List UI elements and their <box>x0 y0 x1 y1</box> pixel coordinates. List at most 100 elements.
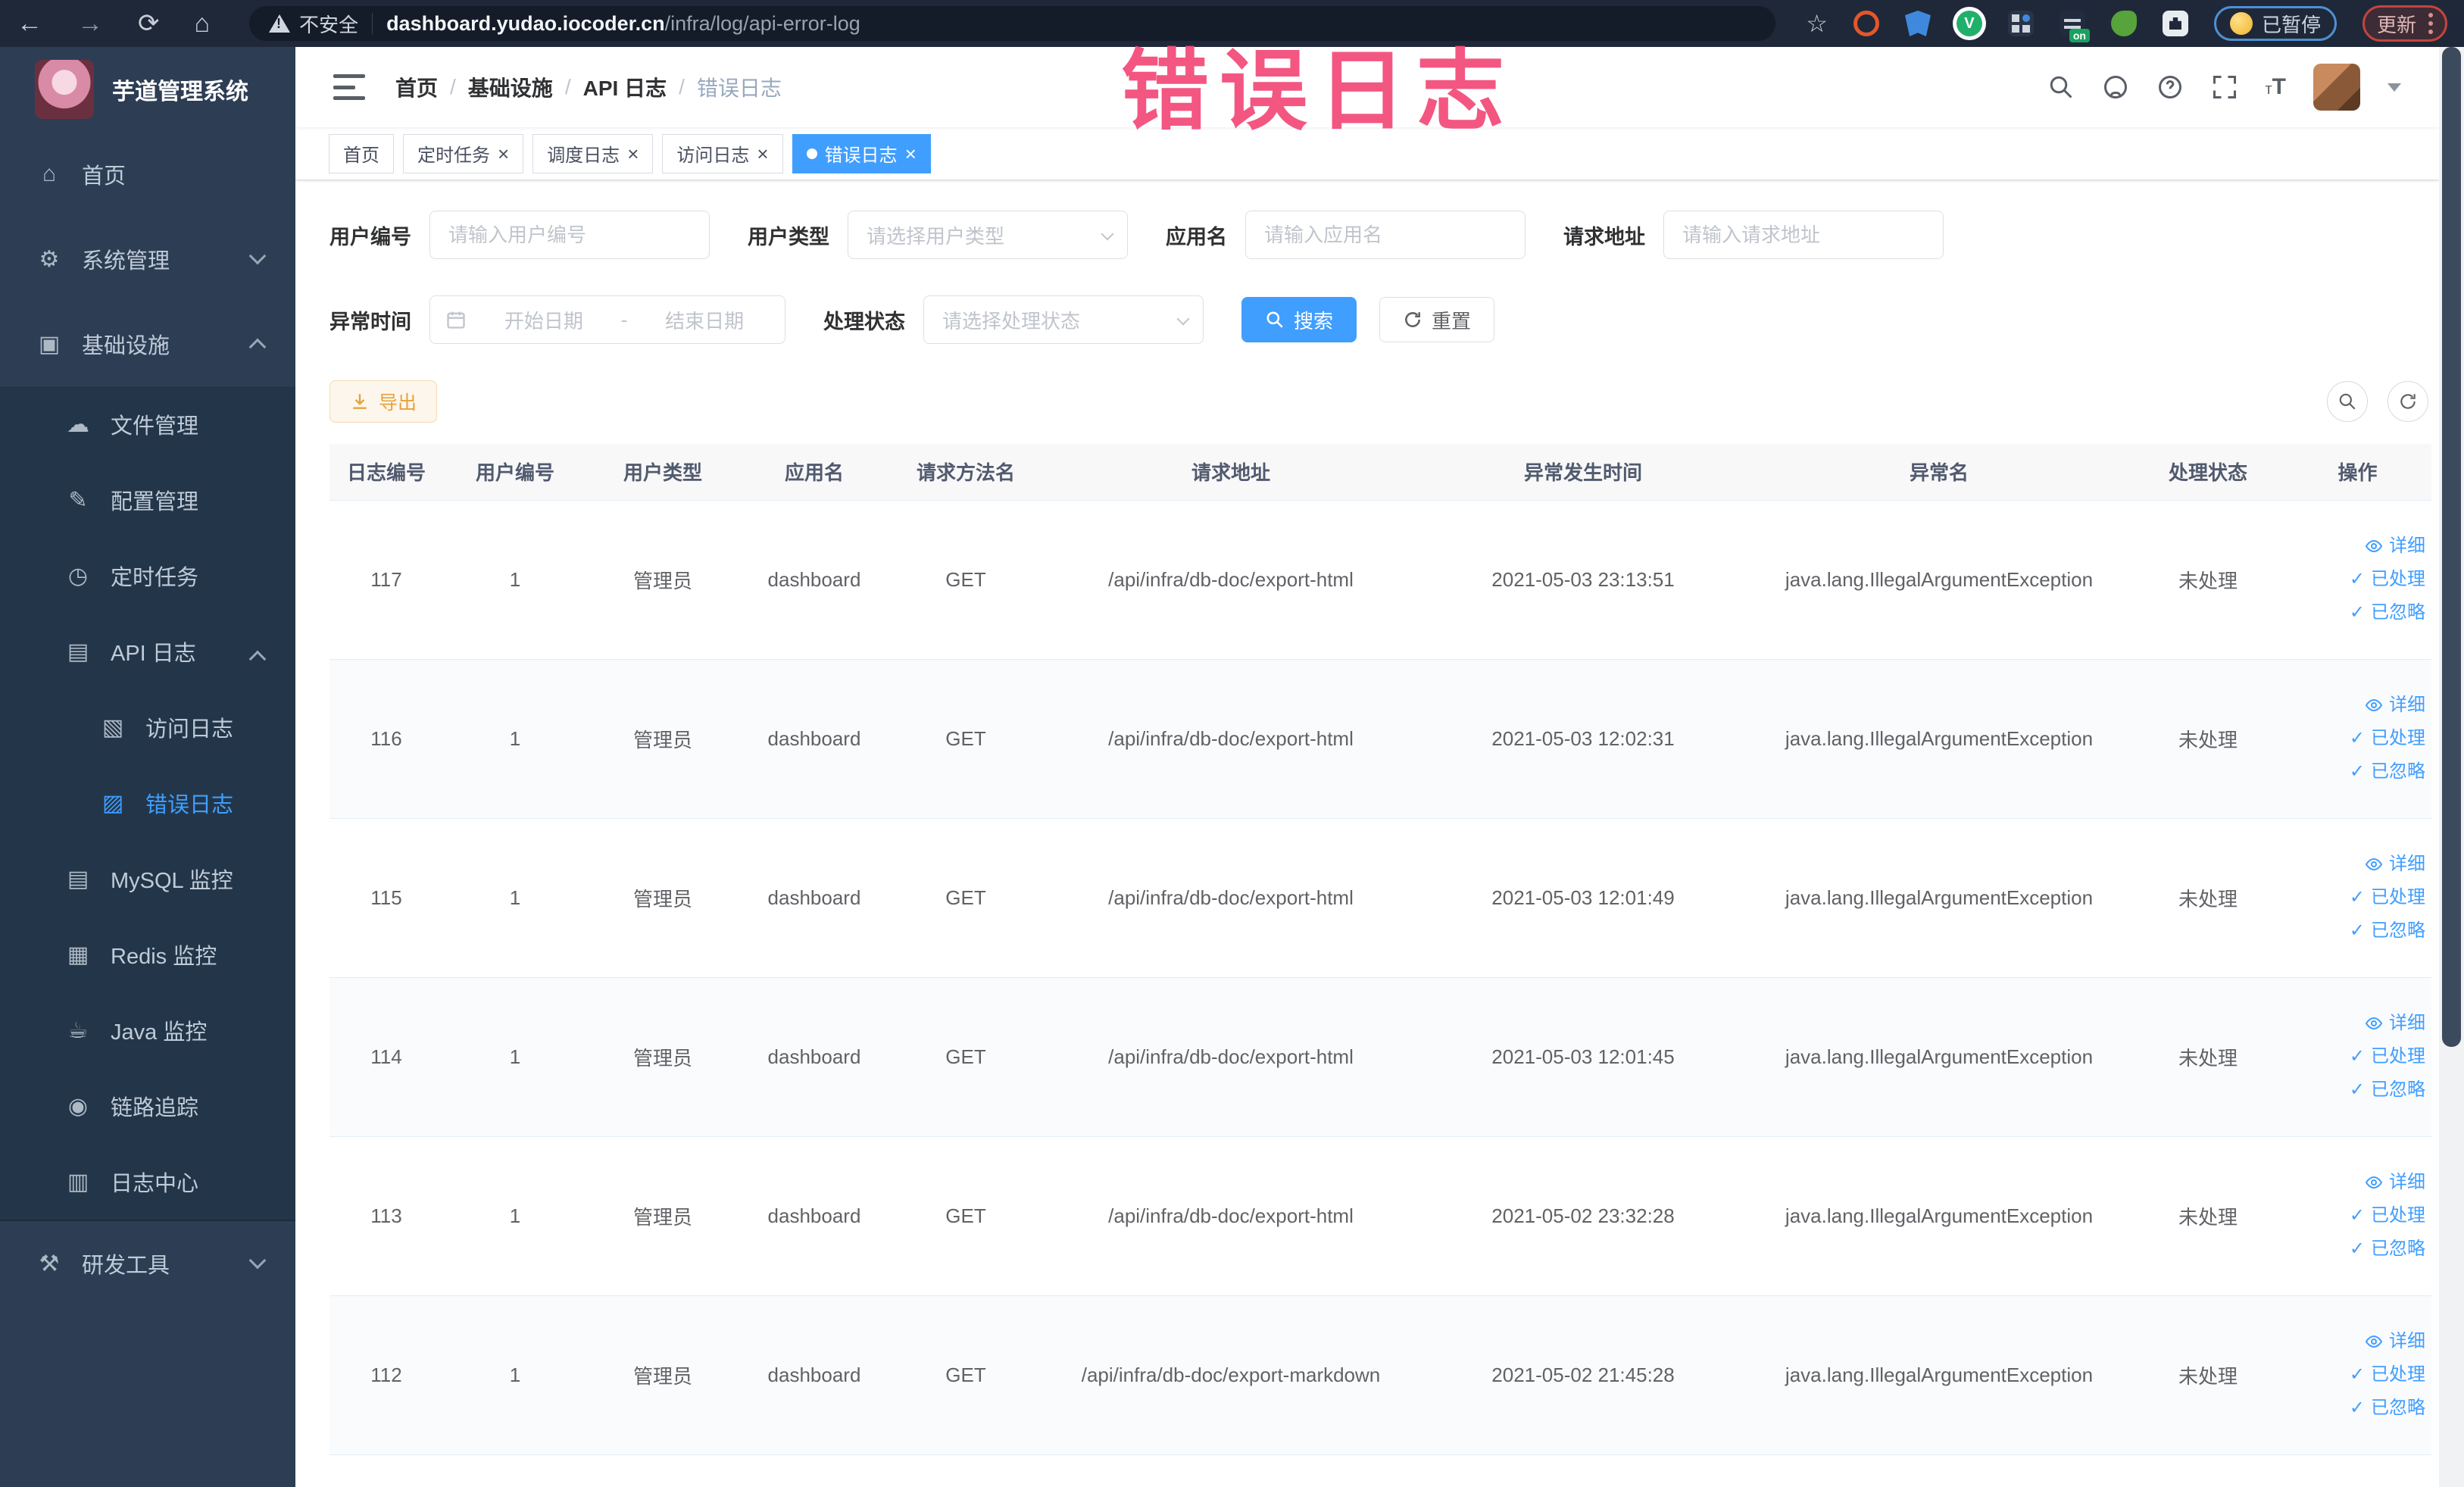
browser-forward-button[interactable]: → <box>77 11 103 36</box>
security-label[interactable]: 不安全 <box>299 10 358 38</box>
user-id-input[interactable] <box>429 211 710 259</box>
extension-leaf-icon[interactable] <box>2110 11 2137 36</box>
user-avatar[interactable] <box>2313 64 2360 111</box>
tab-调度日志[interactable]: 调度日志 × <box>532 133 654 173</box>
exception-cell: java.lang.IllegalArgumentException <box>1746 500 2132 660</box>
show-search-toggle-button[interactable] <box>2327 381 2368 422</box>
dev-tools-icon: ⚒ <box>39 1251 60 1276</box>
check-icon: ✓ <box>2349 1079 2365 1100</box>
sidebar-item-label: 首页 <box>82 164 126 189</box>
extensions-puzzle-icon[interactable] <box>2162 11 2188 36</box>
processed-link[interactable]: ✓ 已处理 <box>2284 570 2425 589</box>
process-status-select[interactable]: 请选择处理状态 <box>923 295 1204 344</box>
detail-link[interactable]: 详细 <box>2284 537 2425 555</box>
breadcrumb-item[interactable]: 首页 <box>395 72 438 102</box>
breadcrumb-item[interactable]: 基础设施 <box>468 72 553 102</box>
bookmark-star-icon[interactable]: ☆ <box>1806 9 1828 38</box>
ignored-link[interactable]: ✓ 已忽略 <box>2284 604 2425 622</box>
sidebar-item-错误日志[interactable]: ▨ 错误日志 <box>0 765 295 841</box>
sidebar-item-Redis-监控[interactable]: ▦ Redis 监控 <box>0 917 295 992</box>
start-date-placeholder[interactable]: 开始日期 <box>479 306 609 334</box>
close-tab-icon[interactable]: × <box>498 144 509 164</box>
ignored-link[interactable]: ✓ 已忽略 <box>2284 1081 2425 1099</box>
sidebar-item-研发工具[interactable]: ⚒ 研发工具 <box>0 1221 295 1306</box>
extension-on-icon[interactable]: on <box>2059 11 2090 42</box>
detail-link[interactable]: 详细 <box>2284 1173 2425 1192</box>
browser-update-button[interactable]: 更新 <box>2362 5 2447 42</box>
help-icon[interactable] <box>2156 73 2184 101</box>
tab-错误日志[interactable]: 错误日志 × <box>792 133 931 173</box>
browser-back-button[interactable]: ← <box>17 11 42 36</box>
sidebar-toggle-icon[interactable] <box>333 74 365 100</box>
processed-link[interactable]: ✓ 已处理 <box>2284 1048 2425 1066</box>
ignored-link[interactable]: ✓ 已忽略 <box>2284 763 2425 781</box>
processed-link[interactable]: ✓ 已处理 <box>2284 1366 2425 1384</box>
search-icon <box>2339 393 2356 410</box>
sidebar-item-链路追踪[interactable]: ◉ 链路追踪 <box>0 1068 295 1144</box>
sidebar-item-MySQL-监控[interactable]: ▤ MySQL 监控 <box>0 841 295 917</box>
tab-访问日志[interactable]: 访问日志 × <box>662 133 783 173</box>
close-tab-icon[interactable]: × <box>627 144 639 164</box>
detail-link[interactable]: 详细 <box>2284 696 2425 714</box>
action-label: 详细 <box>2389 536 2425 556</box>
detail-link[interactable]: 详细 <box>2284 1332 2425 1351</box>
refresh-table-button[interactable] <box>2387 381 2428 422</box>
search-button[interactable]: 搜索 <box>1241 297 1357 342</box>
user-type-select[interactable]: 请选择用户类型 <box>848 211 1128 259</box>
processed-link[interactable]: ✓ 已处理 <box>2284 889 2425 907</box>
ignored-link[interactable]: ✓ 已忽略 <box>2284 1240 2425 1258</box>
close-tab-icon[interactable]: × <box>757 144 768 164</box>
sidebar-item-系统管理[interactable]: ⚙ 系统管理 <box>0 217 295 301</box>
tab-定时任务[interactable]: 定时任务 × <box>403 133 524 173</box>
tab-首页[interactable]: 首页 <box>329 133 394 173</box>
app-logo[interactable]: 芋道管理系统 <box>0 47 295 132</box>
github-icon[interactable] <box>2102 73 2129 101</box>
filter-process-status: 处理状态 请选择处理状态 <box>823 295 1204 344</box>
processed-link[interactable]: ✓ 已处理 <box>2284 729 2425 748</box>
sidebar-item-Java-监控[interactable]: ☕ Java 监控 <box>0 992 295 1068</box>
range-separator: - <box>620 308 628 331</box>
sidebar-item-首页[interactable]: ⌂ 首页 <box>0 132 295 217</box>
extension-green-icon[interactable]: V <box>1956 11 1982 36</box>
sidebar-item-label: 配置管理 <box>111 490 199 514</box>
browser-home-button[interactable]: ⌂ <box>195 11 211 36</box>
processed-link[interactable]: ✓ 已处理 <box>2284 1207 2425 1225</box>
font-size-icon[interactable]: тT <box>2266 74 2287 100</box>
page-scrollbar[interactable] <box>2439 47 2464 1487</box>
sidebar-item-定时任务[interactable]: ◷ 定时任务 <box>0 538 295 614</box>
close-tab-icon[interactable]: × <box>905 144 917 164</box>
header-search-icon[interactable] <box>2047 73 2075 101</box>
sidebar-item-配置管理[interactable]: ✎ 配置管理 <box>0 462 295 538</box>
browser-menu-icon[interactable] <box>2428 13 2433 34</box>
fullscreen-icon[interactable] <box>2211 73 2238 101</box>
sidebar-item-访问日志[interactable]: ▧ 访问日志 <box>0 689 295 765</box>
ignored-link[interactable]: ✓ 已忽略 <box>2284 1399 2425 1417</box>
browser-reload-button[interactable]: ⟳ <box>138 11 160 36</box>
on-badge: on <box>2069 29 2090 42</box>
reset-button[interactable]: 重置 <box>1379 297 1495 342</box>
check-icon: ✓ <box>2349 1364 2365 1385</box>
sidebar-item-文件管理[interactable]: ☁ 文件管理 <box>0 386 295 462</box>
extension-orange-icon[interactable] <box>1853 11 1879 36</box>
ignored-link[interactable]: ✓ 已忽略 <box>2284 922 2425 940</box>
sidebar-item-日志中心[interactable]: ▥ 日志中心 <box>0 1144 295 1220</box>
export-button[interactable]: 导出 <box>329 380 438 423</box>
sidebar-item-基础设施[interactable]: ▣ 基础设施 <box>0 301 295 386</box>
scrollbar-thumb[interactable] <box>2442 47 2461 1047</box>
detail-link[interactable]: 详细 <box>2284 1014 2425 1032</box>
date-range-picker[interactable]: 开始日期 - 结束日期 <box>429 295 785 344</box>
detail-link[interactable]: 详细 <box>2284 855 2425 873</box>
user-menu-caret-icon[interactable] <box>2387 83 2401 92</box>
check-icon: ✓ <box>2349 761 2365 782</box>
address-bar[interactable]: 不安全 dashboard.yudao.iocoder.cn /infra/lo… <box>249 6 1776 41</box>
sidebar-item-API-日志[interactable]: ▤ API 日志 <box>0 614 295 689</box>
end-date-placeholder[interactable]: 结束日期 <box>639 306 770 334</box>
extension-grid-icon[interactable] <box>2007 11 2034 36</box>
breadcrumb-item[interactable]: API 日志 <box>583 72 667 102</box>
extension-shield-icon[interactable] <box>1904 11 1931 36</box>
table-header-row: 日志编号 用户编号 用户类型 应用名 请求方法名 请求地址 异常发生时间 异常名 处理状态 操作 <box>329 444 2431 501</box>
sidebar-item-label: MySQL 监控 <box>111 869 233 893</box>
app-name-input[interactable] <box>1245 211 1526 259</box>
profile-paused-chip[interactable]: 已暂停 <box>2213 6 2337 41</box>
request-url-input[interactable] <box>1663 211 1944 259</box>
